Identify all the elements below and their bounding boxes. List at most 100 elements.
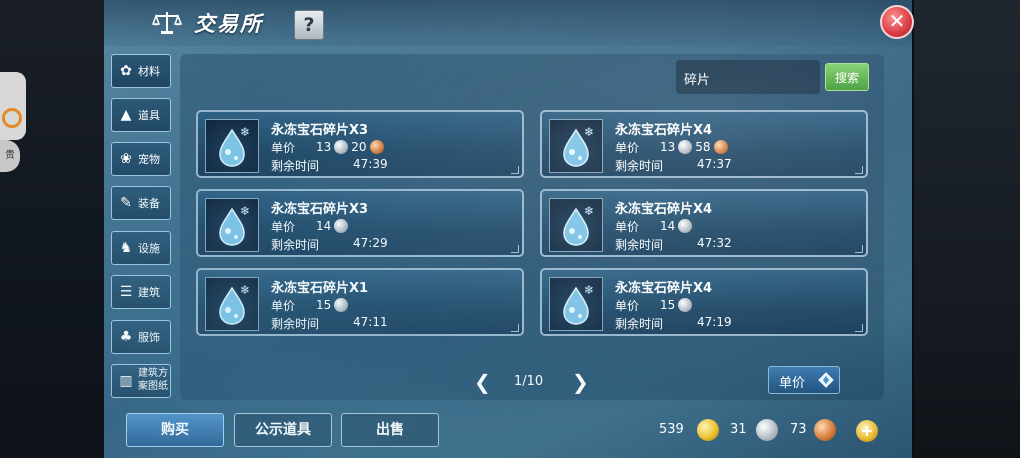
side-floating-button[interactable] bbox=[0, 72, 26, 140]
time-label: 剩余时间 bbox=[615, 238, 664, 252]
price-label: 单价 bbox=[271, 220, 296, 234]
prev-page-icon[interactable]: ❮ bbox=[474, 370, 491, 394]
sidebar-item-blueprint[interactable]: ▥ 建筑方案图纸 bbox=[111, 364, 171, 398]
listing-card[interactable]: ❄ 永冻宝石碎片X4 单价 14 剩余时间 47:32 bbox=[540, 189, 868, 257]
svg-text:❄: ❄ bbox=[240, 125, 250, 139]
sidebar-item-label: 建筑 bbox=[138, 286, 160, 299]
sidebar-item-equipment[interactable]: ✎ 装备 bbox=[111, 186, 171, 220]
frost-gem-shard-icon: ❄ bbox=[549, 119, 603, 173]
paw-icon: ❀ bbox=[120, 151, 132, 167]
price-label: 单价 bbox=[615, 220, 640, 234]
next-page-icon[interactable]: ❯ bbox=[572, 370, 589, 394]
sidebar-item-facility[interactable]: ♞ 设施 bbox=[111, 231, 171, 265]
silver-amount: 14 bbox=[316, 219, 332, 233]
svg-text:❄: ❄ bbox=[240, 283, 250, 297]
balance-scale-icon bbox=[152, 12, 182, 34]
sidebar-item-materials[interactable]: ✿ 材料 bbox=[111, 54, 171, 88]
corner-mark bbox=[855, 245, 863, 253]
header-bar: 交易所 ? ✕ bbox=[104, 0, 914, 46]
building-icon: ☰ bbox=[119, 284, 133, 300]
item-name: 永冻宝石碎片X3 bbox=[271, 123, 369, 138]
frost-gem-shard-icon: ❄ bbox=[549, 277, 603, 331]
sidebar-item-label: 宠物 bbox=[138, 153, 160, 166]
sidebar-item-building[interactable]: ☰ 建筑 bbox=[111, 275, 171, 309]
svg-text:❄: ❄ bbox=[584, 204, 594, 218]
listing-card[interactable]: ❄ 永冻宝石碎片X3 单价 13 20 剩余时间 47:39 bbox=[196, 110, 524, 178]
silver-coin-icon bbox=[678, 140, 693, 154]
add-currency-button[interactable]: + bbox=[856, 420, 878, 442]
search-input[interactable]: 碎片 bbox=[676, 60, 820, 94]
sidebar-item-label: 服饰 bbox=[138, 331, 160, 344]
corner-mark bbox=[511, 245, 519, 253]
listing-card[interactable]: ❄ 永冻宝石碎片X4 单价 15 剩余时间 47:19 bbox=[540, 268, 868, 336]
facility-icon: ♞ bbox=[119, 240, 133, 256]
remaining-time: 47:11 bbox=[353, 315, 388, 329]
side-button-icon bbox=[2, 108, 22, 128]
copper-amount: 73 bbox=[790, 422, 807, 437]
listing-card[interactable]: ❄ 永冻宝石碎片X4 单价 13 58 剩余时间 47:37 bbox=[540, 110, 868, 178]
sidebar-item-label: 设施 bbox=[138, 242, 160, 255]
item-price: 15 bbox=[316, 297, 349, 313]
item-name: 永冻宝石碎片X1 bbox=[271, 281, 369, 296]
sidebar-item-label: 道具 bbox=[138, 109, 160, 122]
price-label: 单价 bbox=[615, 299, 640, 313]
frost-gem-shard-icon: ❄ bbox=[205, 198, 259, 252]
corner-mark bbox=[511, 324, 519, 332]
help-button[interactable]: ? bbox=[294, 10, 324, 40]
silver-amount: 15 bbox=[316, 298, 332, 312]
corner-mark bbox=[511, 166, 519, 174]
remaining-time: 47:37 bbox=[697, 157, 732, 171]
price-label: 单价 bbox=[271, 141, 296, 155]
frost-gem-shard-icon: ❄ bbox=[549, 198, 603, 252]
silver-amount: 13 bbox=[660, 140, 676, 154]
sidebar-item-clothing[interactable]: ♣ 服饰 bbox=[111, 320, 171, 354]
copper-coin-icon bbox=[369, 140, 384, 154]
remaining-time: 47:39 bbox=[353, 157, 388, 171]
search-button[interactable]: 搜索 bbox=[825, 63, 869, 91]
sidebar-item-label: 装备 bbox=[138, 197, 160, 210]
silver-coin-icon bbox=[756, 419, 778, 441]
sidebar-item-props[interactable]: ▲ 道具 bbox=[111, 98, 171, 132]
price-label: 单价 bbox=[271, 299, 296, 313]
gold-coin-icon bbox=[697, 419, 719, 441]
props-icon: ▲ bbox=[120, 107, 132, 123]
public-items-button[interactable]: 公示道具 bbox=[234, 413, 332, 447]
time-label: 剩余时间 bbox=[271, 238, 320, 252]
search-value: 碎片 bbox=[684, 73, 711, 88]
time-label: 剩余时间 bbox=[271, 159, 320, 173]
remaining-time: 47:32 bbox=[697, 236, 732, 250]
item-name: 永冻宝石碎片X4 bbox=[615, 123, 713, 138]
item-price: 14 bbox=[316, 218, 349, 234]
copper-amount: 58 bbox=[695, 140, 711, 154]
sort-label: 单价 bbox=[779, 376, 806, 391]
listing-card[interactable]: ❄ 永冻宝石碎片X1 单价 15 剩余时间 47:11 bbox=[196, 268, 524, 336]
copper-coin-icon bbox=[814, 419, 836, 441]
silver-coin-icon bbox=[678, 298, 693, 312]
silver-amount: 15 bbox=[660, 298, 676, 312]
item-price: 14 bbox=[660, 218, 693, 234]
silver-amount: 14 bbox=[660, 219, 676, 233]
price-label: 单价 bbox=[615, 141, 640, 155]
svg-text:❄: ❄ bbox=[584, 125, 594, 139]
item-name: 永冻宝石碎片X4 bbox=[615, 202, 713, 217]
item-price: 13 20 bbox=[316, 139, 384, 155]
frost-gem-shard-icon: ❄ bbox=[205, 119, 259, 173]
corner-mark bbox=[855, 166, 863, 174]
blueprint-icon: ▥ bbox=[119, 373, 133, 389]
sidebar-item-label: 材料 bbox=[138, 65, 160, 78]
sort-by-price-button[interactable]: 单价 bbox=[768, 366, 840, 394]
item-price: 15 bbox=[660, 297, 693, 313]
time-label: 剩余时间 bbox=[271, 317, 320, 331]
remaining-time: 47:29 bbox=[353, 236, 388, 250]
listing-card[interactable]: ❄ 永冻宝石碎片X3 单价 14 剩余时间 47:29 bbox=[196, 189, 524, 257]
buy-button[interactable]: 购买 bbox=[126, 413, 224, 447]
sidebar-item-pets[interactable]: ❀ 宠物 bbox=[111, 142, 171, 176]
listing-area: 碎片 搜索 ❄ 永冻宝石碎片X3 单价 13 20 剩余时间 47:39 ❄ 永冻… bbox=[180, 54, 884, 400]
sell-button[interactable]: 出售 bbox=[341, 413, 439, 447]
item-name: 永冻宝石碎片X3 bbox=[271, 202, 369, 217]
pagination: ❮ 1/10 ❯ bbox=[474, 370, 589, 394]
bottom-action-bar: 购买 公示道具 出售 539 31 73 + bbox=[104, 404, 912, 458]
close-button[interactable]: ✕ bbox=[880, 5, 914, 39]
trading-post-panel: 交易所 ? ✕ ✿ 材料 ▲ 道具 ❀ 宠物 ✎ 装备 ♞ 设施 ☰ 建筑 ♣ bbox=[104, 0, 914, 458]
remaining-time: 47:19 bbox=[697, 315, 732, 329]
